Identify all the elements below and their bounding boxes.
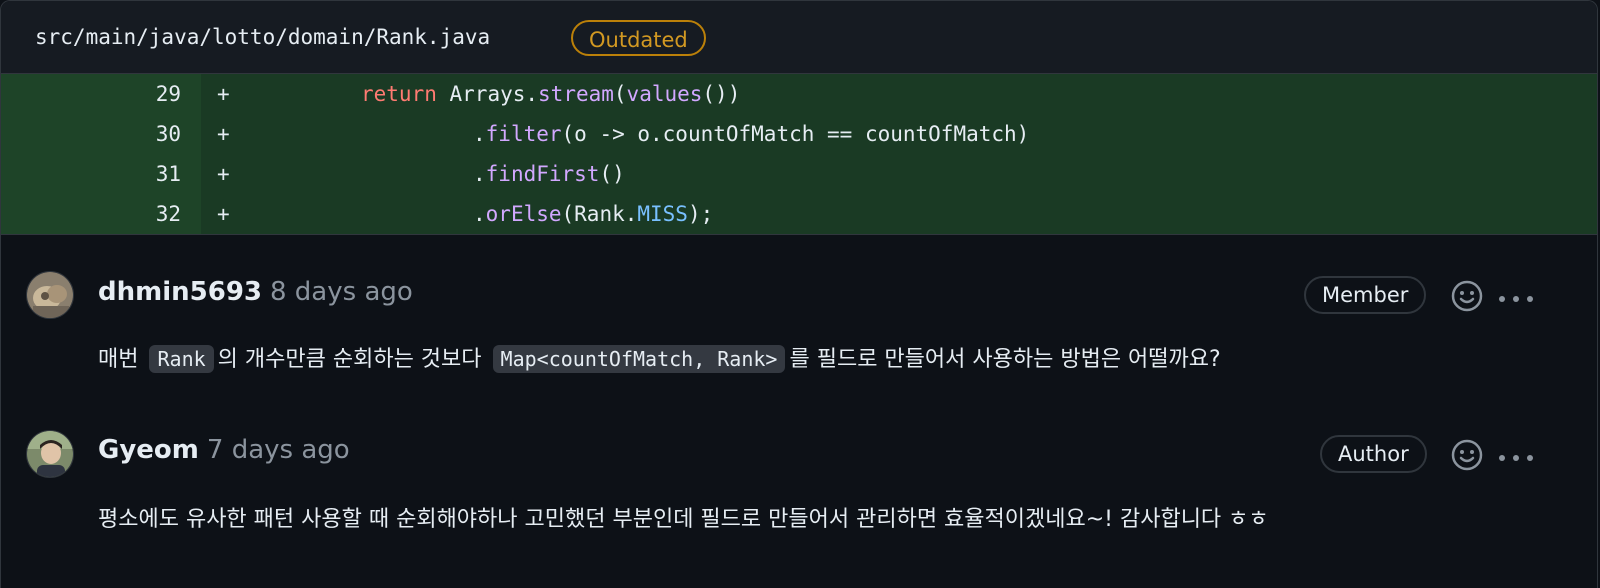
code-token: (Rank. — [561, 202, 638, 226]
code-token: filter — [485, 122, 562, 146]
smiley-icon[interactable] — [1451, 439, 1483, 471]
divider — [1, 234, 1597, 235]
added-marker: + — [217, 122, 230, 146]
file-path-link[interactable]: src/main/java/lotto/domain/Rank.java — [35, 25, 490, 49]
file-header: src/main/java/lotto/domain/Rank.java Out… — [1, 1, 1597, 74]
code-token: values — [626, 82, 703, 106]
code-line: + .findFirst() — [201, 154, 1597, 194]
inline-code: Rank — [149, 345, 214, 373]
code-token: (o -> o.countOfMatch == countOfMatch) — [561, 122, 1030, 146]
code-line: + .filter(o -> o.countOfMatch == countOfM… — [201, 114, 1597, 154]
code-token: stream — [538, 82, 614, 106]
role-badge: Member — [1304, 276, 1427, 314]
code-text: .orElse(Rank.MISS); — [473, 194, 713, 234]
kebab-horizontal-icon[interactable] — [1498, 290, 1534, 302]
role-badge: Author — [1320, 435, 1427, 473]
code-text: .filter(o -> o.countOfMatch == countOfMa… — [473, 114, 1029, 154]
code-text: .findFirst() — [473, 154, 625, 194]
code-token: ); — [687, 202, 714, 226]
code-token: . — [473, 162, 486, 186]
body-text-part: 매번 — [98, 347, 139, 372]
code-token: . — [473, 122, 486, 146]
timestamp[interactable]: 8 days ago — [270, 277, 413, 307]
diff-line: 30 + .filter(o -> o.countOfMatch == countO… — [1, 114, 1597, 154]
line-number[interactable]: 31 — [1, 154, 201, 194]
avatar[interactable] — [26, 271, 74, 319]
line-number[interactable]: 32 — [1, 194, 201, 234]
line-number[interactable]: 29 — [1, 74, 201, 114]
diff-hunk: 29 + return Arrays.stream(values()) 30 + .fil… — [1, 74, 1597, 234]
line-number[interactable]: 30 — [1, 114, 201, 154]
body-text-part: 의 개수만큼 순회하는 것보다 — [217, 347, 482, 372]
code-text: return Arrays.stream(values()) — [361, 74, 740, 114]
code-line: + return Arrays.stream(values()) — [201, 74, 1597, 114]
code-token: () — [599, 162, 625, 186]
code-token: Arrays. — [449, 82, 539, 106]
added-marker: + — [217, 82, 230, 106]
body-text-part: 를 필드로 만들어서 사용하는 방법은 어떨까요? — [789, 347, 1221, 372]
code-token: orElse — [485, 202, 562, 226]
comment-header: Gyeom 7 days ago — [98, 435, 350, 465]
code-token: findFirst — [485, 162, 600, 186]
timestamp[interactable]: 7 days ago — [207, 435, 350, 465]
avatar[interactable] — [26, 430, 74, 478]
added-marker: + — [217, 162, 230, 186]
diff-line: 31 + .findFirst() — [1, 154, 1597, 194]
smiley-icon[interactable] — [1451, 280, 1483, 312]
comment-header: dhmin5693 8 days ago — [98, 277, 413, 307]
code-token: MISS — [637, 202, 688, 226]
code-token: . — [473, 202, 486, 226]
author-name[interactable]: dhmin5693 — [98, 277, 262, 307]
outdated-badge: Outdated — [571, 20, 706, 56]
code-token: return — [361, 82, 450, 106]
code-token: ( — [613, 82, 627, 106]
code-token: ()) — [702, 82, 741, 106]
diff-line: 32 + .orElse(Rank.MISS); — [1, 194, 1597, 234]
comment-body: 매번 Rank 의 개수만큼 순회하는 것보다 Map<countOfMatch,… — [98, 341, 1221, 373]
inline-code: Map<countOfMatch, Rank> — [492, 345, 786, 373]
author-name[interactable]: Gyeom — [98, 435, 199, 465]
code-line: + .orElse(Rank.MISS); — [201, 194, 1597, 234]
kebab-horizontal-icon[interactable] — [1498, 449, 1534, 461]
review-thread: src/main/java/lotto/domain/Rank.java Out… — [0, 0, 1598, 588]
added-marker: + — [217, 202, 230, 226]
comment-body: 평소에도 유사한 패턴 사용할 때 순회해야하나 고민했던 부분인데 필드로 만… — [98, 507, 1269, 532]
diff-line: 29 + return Arrays.stream(values()) — [1, 74, 1597, 114]
